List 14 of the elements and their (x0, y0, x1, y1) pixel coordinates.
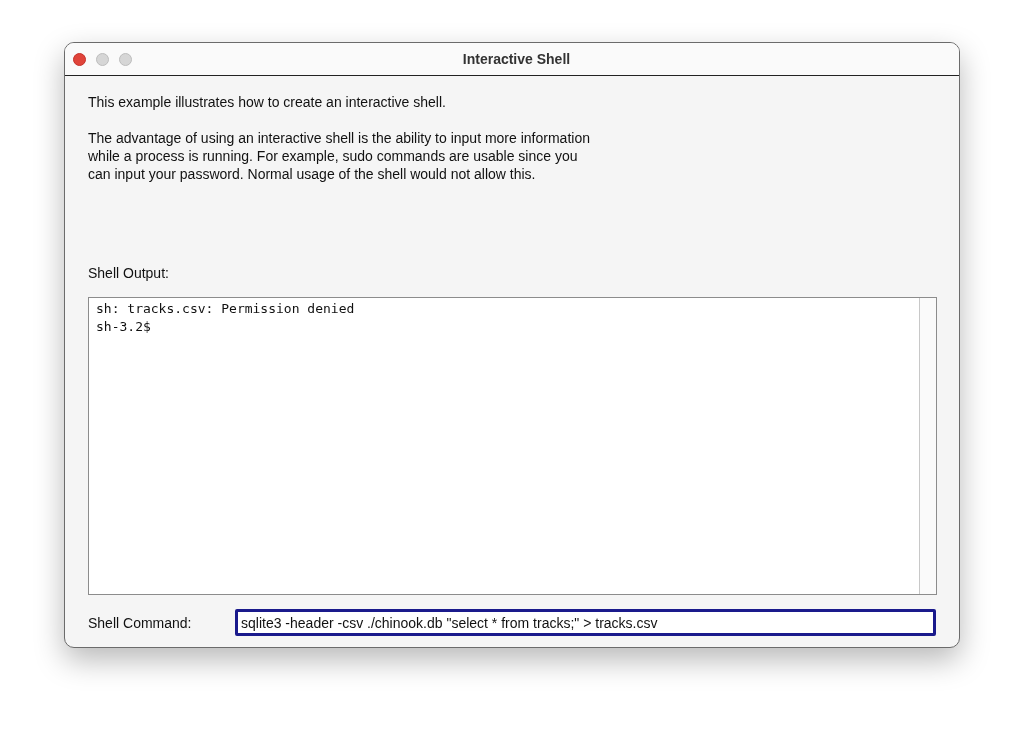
description-line: The advantage of using an interactive shell is the ability to input more information (88, 129, 591, 147)
command-label: Shell Command: (88, 614, 193, 631)
output-line: sh-3.2$ (96, 318, 152, 336)
window-title: Interactive Shell (462, 51, 571, 67)
intro-text: This example illustrates how to create an interactive shell. (88, 93, 447, 111)
output-line: sh: tracks.csv: Permission denied (96, 300, 356, 318)
output-label: Shell Output: (88, 265, 170, 281)
close-button[interactable] (73, 52, 86, 66)
minimize-button[interactable] (96, 52, 109, 66)
zoom-button[interactable] (119, 52, 132, 66)
scrollbar-track[interactable] (919, 298, 936, 594)
command-input-field[interactable]: sqlite3 -header -csv ./chinook.db "select * from tracks;" > tracks.csv (235, 609, 936, 636)
description-line: can input your password. Normal usage of the shell would not allow this. (88, 165, 537, 183)
description-line: while a process is running. For example, sudo commands are usable since you (88, 147, 579, 165)
